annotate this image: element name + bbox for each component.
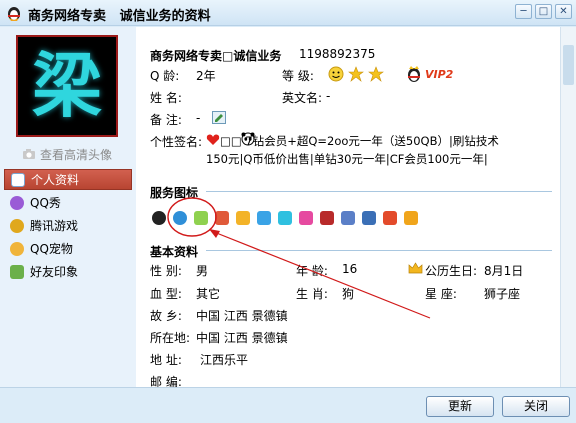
- computer-icon[interactable]: [362, 211, 376, 225]
- close-button[interactable]: 关闭: [502, 396, 570, 417]
- maximize-button[interactable]: □: [535, 4, 552, 19]
- nav-label-qqshow: QQ秀: [30, 196, 61, 210]
- constellation-value: 狮子座: [484, 287, 521, 301]
- signature-label: 个性签名:: [150, 135, 203, 149]
- nav-item-impression[interactable]: 好友印象: [4, 261, 132, 282]
- edit-remark-icon[interactable]: [212, 111, 226, 124]
- services-divider: [206, 191, 552, 192]
- house-icon[interactable]: [383, 211, 397, 225]
- gender-label: 性 别:: [150, 264, 182, 278]
- nav-item-profile[interactable]: 个人资料: [4, 169, 132, 190]
- level-icons: [328, 66, 384, 82]
- scrollbar-thumb[interactable]: [563, 45, 574, 85]
- remark-label: 备 注:: [150, 113, 182, 127]
- green-diamond-icon[interactable]: [236, 211, 250, 225]
- game-icon: [10, 218, 24, 233]
- hometown-value: 中国 江西 景德镇: [196, 309, 288, 323]
- qq-member-icon[interactable]: [173, 211, 187, 225]
- hometown-label: 故 乡:: [150, 309, 182, 323]
- blood-value: 其它: [196, 287, 221, 301]
- nav-item-pet[interactable]: QQ宠物: [4, 238, 132, 259]
- english-name-value: -: [326, 89, 331, 103]
- nav-item-games[interactable]: 腾讯游戏: [4, 215, 132, 236]
- refresh-button[interactable]: 更新: [426, 396, 494, 417]
- blue-diamond-icon[interactable]: [257, 211, 271, 225]
- minimize-icon: ─: [520, 6, 527, 17]
- q-age-label: Q 龄:: [150, 69, 180, 83]
- vertical-scrollbar[interactable]: [560, 27, 576, 387]
- view-hd-avatar-link[interactable]: 查看高清头像: [22, 145, 112, 163]
- main-content: 商务网络专卖□诚信业务 1198892375 Q 龄: 2年 等 级: VIP2…: [136, 27, 560, 389]
- signature-line-2: 150元|Q币低价出售|单钻30元一年|CF会员100元一年|: [206, 152, 488, 166]
- nav-label-profile: 个人资料: [31, 173, 80, 187]
- avatar[interactable]: 梁: [16, 35, 118, 137]
- nav-item-qqshow[interactable]: QQ秀: [4, 192, 132, 213]
- nav-label-impression: 好友印象: [30, 265, 79, 279]
- constellation-label: 星 座:: [425, 287, 457, 301]
- vip-penguin-icon: [408, 66, 420, 82]
- blood-label: 血 型:: [150, 287, 182, 301]
- super-qq-icon[interactable]: [320, 211, 334, 225]
- red-diamond-icon[interactable]: [194, 211, 208, 225]
- crown-icon: [408, 262, 423, 274]
- close-window-button[interactable]: ✕: [555, 4, 572, 19]
- mobile-icon[interactable]: [341, 211, 355, 225]
- profile-icon: [11, 172, 25, 187]
- birthday-value: 8月1日: [484, 264, 524, 278]
- pet-icon: [10, 241, 24, 256]
- birthday-label: 公历生日:: [425, 264, 478, 278]
- nav-label-pet: QQ宠物: [30, 242, 73, 256]
- gender-value: 男: [196, 264, 209, 278]
- book-icon[interactable]: [404, 211, 418, 225]
- purple-diamond-icon[interactable]: [278, 211, 292, 225]
- basic-divider: [206, 250, 552, 251]
- penguin-icon[interactable]: [152, 211, 166, 225]
- location-value: 中国 江西 景德镇: [196, 331, 288, 345]
- view-hd-label: 查看高清头像: [40, 147, 113, 162]
- level-label: 等 级:: [282, 69, 314, 83]
- qq-number: 1198892375: [299, 47, 376, 61]
- age-value: 16: [342, 262, 358, 276]
- q-age-value: 2年: [196, 69, 216, 83]
- basic-title: 基本资料: [150, 245, 199, 259]
- profile-name: 商务网络专卖□诚信业务: [150, 49, 282, 63]
- name-label: 姓 名:: [150, 91, 182, 105]
- signature-line-1: □□ 7钻会员+超Q=2oo元一年（送50QB）|刷钻技术: [220, 134, 499, 148]
- address-label: 地 址:: [150, 353, 182, 367]
- remark-value: -: [196, 111, 201, 125]
- age-label: 年 龄:: [296, 264, 328, 278]
- nav-label-games: 腾讯游戏: [30, 219, 79, 233]
- title-bar[interactable]: 商务网络专卖 诚信业务的资料 ─ □ ✕: [0, 0, 576, 26]
- close-icon: ✕: [559, 6, 568, 17]
- vip-badge: VIP2: [425, 68, 454, 81]
- zodiac-label: 生 肖:: [296, 287, 328, 301]
- avatar-glyph: 梁: [32, 45, 102, 127]
- left-panel: 梁 查看高清头像 个人资料 QQ秀 腾讯游戏 QQ宠物 好友印象: [0, 27, 136, 387]
- zodiac-value: 狗: [342, 287, 355, 301]
- location-label: 所在地:: [150, 331, 191, 345]
- yellow-diamond-icon[interactable]: [215, 211, 229, 225]
- minimize-button[interactable]: ─: [515, 4, 532, 19]
- impression-icon: [10, 264, 24, 279]
- camera-icon: [23, 149, 35, 159]
- pink-diamond-icon[interactable]: [299, 211, 313, 225]
- heart-icon: [206, 134, 220, 145]
- maximize-icon: □: [538, 6, 549, 17]
- window-title: 商务网络专卖 诚信业务的资料: [28, 9, 211, 24]
- address-value: 江西乐平: [200, 353, 249, 367]
- english-name-label: 英文名:: [282, 91, 323, 105]
- services-title: 服务图标: [150, 186, 199, 200]
- qq-penguin-icon: [8, 7, 20, 21]
- qqshow-icon: [10, 195, 24, 210]
